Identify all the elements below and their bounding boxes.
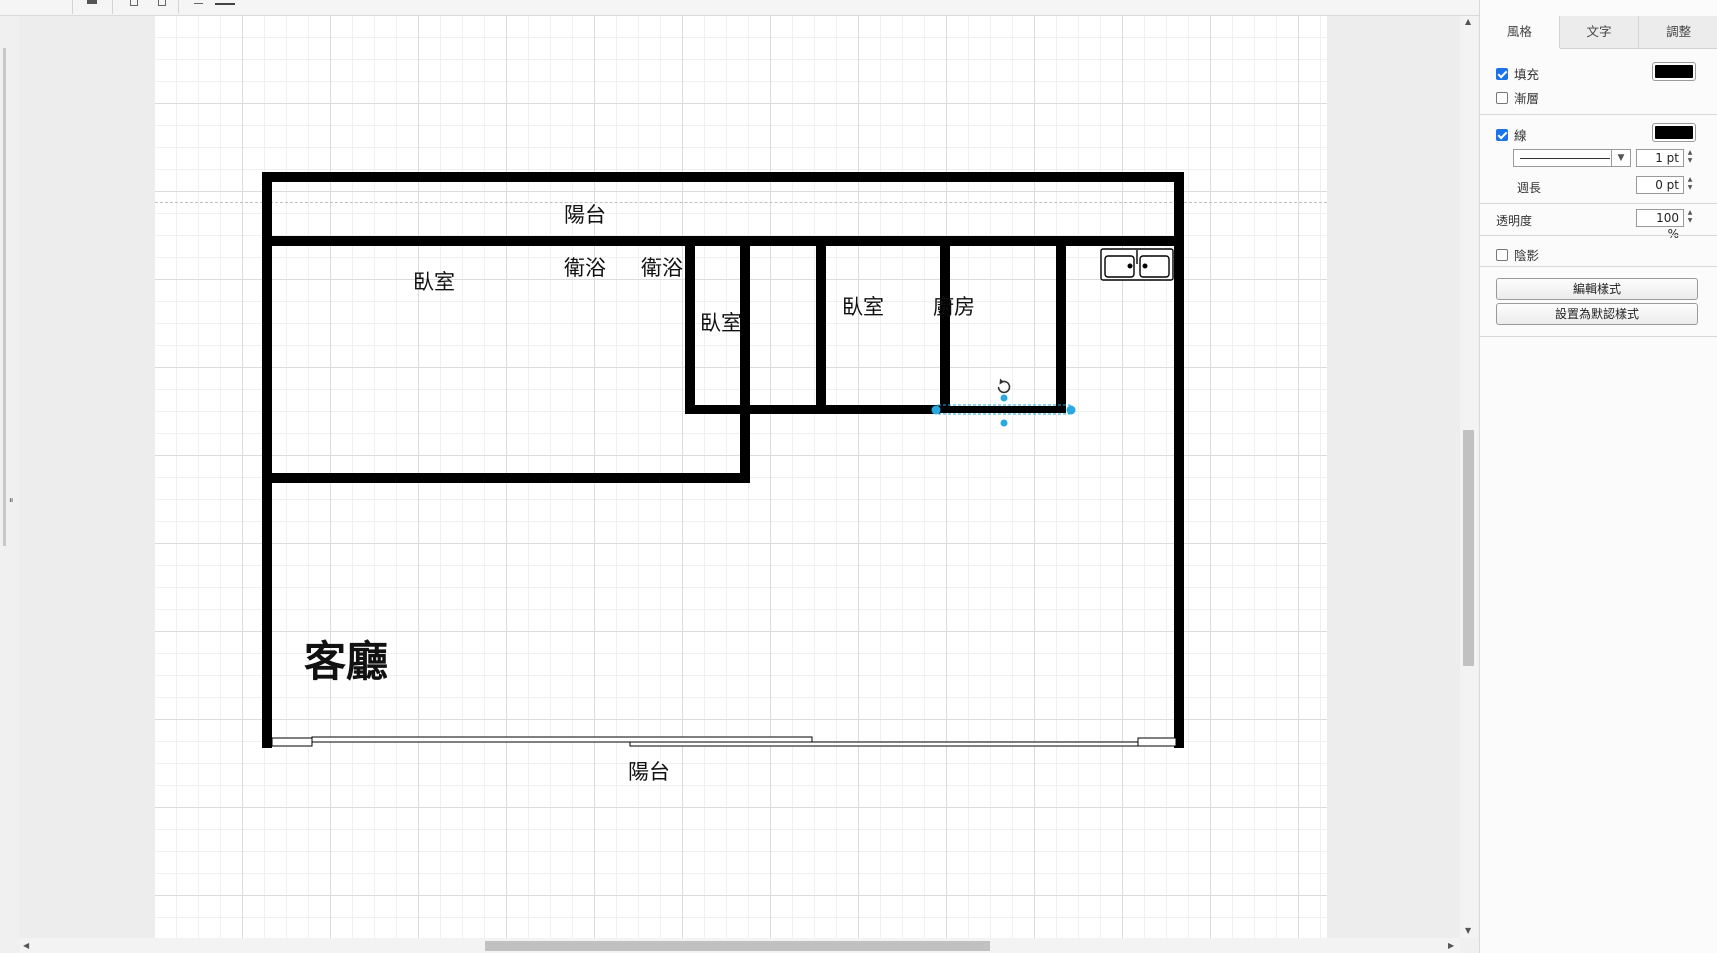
perimeter-input[interactable]: 0 pt [1636,176,1684,194]
set-default-style-button[interactable]: 設置為默認樣式 [1496,303,1698,325]
shadow-label: 陰影 [1514,248,1540,263]
fill-color [1655,65,1693,78]
fill-row: 填充 [1496,64,1539,83]
gradient-row: 漸層 [1496,88,1539,107]
sidebar-edge [3,48,6,546]
scroll-left-icon[interactable]: ◀ [23,942,29,950]
horizontal-scroll-thumb[interactable] [485,941,990,951]
tab-text[interactable]: 文字 [1559,16,1640,49]
page-icon[interactable] [130,0,138,6]
line-color [1655,126,1693,139]
bathroom-label[interactable]: 衛浴 [564,258,606,279]
gradient-checkbox[interactable] [1496,91,1508,104]
window-frame[interactable] [271,737,313,747]
scroll-down-icon[interactable]: ▼ [1465,927,1471,935]
shadow-row: 陰影 [1496,245,1539,264]
selected-wall[interactable] [940,406,1066,413]
wall[interactable] [1056,236,1066,413]
format-tabs: 風格 文字 調整 [1480,16,1717,49]
wall[interactable] [1174,172,1184,748]
bedroom-label[interactable]: 臥室 [413,272,455,293]
opacity-input[interactable]: 100 % [1636,209,1684,241]
fill-color-swatch[interactable] [1652,62,1696,81]
divider [1480,235,1717,236]
line-color-swatch[interactable] [1652,123,1696,142]
walls [262,172,1184,748]
balcony-top-label[interactable]: 陽台 [564,205,606,226]
wall[interactable] [262,172,1184,182]
toolbar-separator [72,0,73,14]
tab-arrange[interactable]: 調整 [1639,16,1717,49]
format-panel: 風格 文字 調整 填充 漸層 線 ▼ 1 pt ▲ ▼ 週長 0 pt ▲ ▼ 透明… [1479,0,1717,953]
living-room-label[interactable]: 客廳 [304,641,388,683]
perimeter-stepper[interactable]: ▲ ▼ [1685,176,1695,194]
resize-handle[interactable] [1000,419,1008,427]
toolbar-separator [178,0,179,14]
toolbar [0,0,1479,16]
vertical-scrollbar[interactable]: ▲ ▼ [1460,16,1478,938]
wall[interactable] [940,236,950,413]
format-icon[interactable] [87,0,97,4]
chevron-down-icon[interactable]: ▼ [1611,150,1630,166]
perimeter-label: 週長 [1517,181,1542,195]
resize-handle[interactable] [1000,394,1008,402]
divider [1480,266,1717,267]
resize-handle[interactable] [931,405,941,415]
rotate-handle-icon[interactable] [997,378,1011,394]
shadow-checkbox[interactable] [1496,248,1508,261]
line-checkbox[interactable] [1496,128,1508,141]
selection-overlay [931,378,1076,427]
fill-checkbox[interactable] [1496,67,1508,80]
scroll-right-icon[interactable]: ▶ [1448,942,1454,950]
page-icon[interactable] [158,0,166,6]
wall[interactable] [262,473,748,483]
gradient-label: 漸層 [1514,91,1540,106]
left-gutter: ⏸ [0,16,20,938]
wall[interactable] [816,236,826,413]
window-frame[interactable] [1137,737,1177,747]
vertical-scroll-thumb[interactable] [1463,430,1474,666]
divider [1480,203,1717,204]
opacity-stepper[interactable]: ▲ ▼ [1685,209,1695,227]
line-label: 線 [1514,128,1527,143]
line-width-input[interactable]: 1 pt [1636,149,1684,167]
line-width-stepper[interactable]: ▲ ▼ [1685,149,1695,167]
bathroom-label[interactable]: 衛浴 [641,258,683,279]
edit-style-button[interactable]: 編輯樣式 [1496,278,1698,300]
horizontal-scrollbar[interactable]: ◀ ▶ [20,938,1460,953]
opacity-label: 透明度 [1496,214,1533,228]
drawing-page[interactable]: 陽台 臥室 衛浴 衛浴 臥室 臥室 廚房 客廳 陽台 [155,16,1327,938]
wall[interactable] [262,236,1184,246]
line-pattern-preview [1520,158,1610,159]
balcony-bottom-label[interactable]: 陽台 [628,762,670,783]
sliding-windows [271,736,1177,747]
wall[interactable] [262,172,272,748]
line-style-icon[interactable] [215,3,235,5]
wall[interactable] [740,236,750,483]
waypoint-icon[interactable] [194,0,203,4]
sink-icon[interactable] [1100,248,1174,281]
bedroom-label[interactable]: 臥室 [842,297,884,318]
diagram-canvas[interactable]: 陽台 臥室 衛浴 衛浴 臥室 臥室 廚房 客廳 陽台 [20,16,1460,938]
divider [1480,114,1717,115]
wall[interactable] [685,236,695,413]
kitchen-label[interactable]: 廚房 [933,297,975,318]
scroll-up-icon[interactable]: ▲ [1465,18,1471,26]
line-pattern-select[interactable]: ▼ [1513,149,1631,167]
divider [1480,336,1717,337]
collapse-handle-icon[interactable]: ⏸ [9,496,14,506]
resize-handle[interactable] [1066,405,1076,415]
toolbar-separator [112,0,113,14]
wall[interactable] [685,405,940,414]
window-pane[interactable] [629,741,1139,747]
bedroom-label[interactable]: 臥室 [700,313,742,334]
tab-style[interactable]: 風格 [1480,16,1560,48]
floor-plan [262,172,1184,748]
window-pane[interactable] [311,736,813,743]
fill-label: 填充 [1514,67,1540,82]
line-row: 線 [1496,125,1527,144]
